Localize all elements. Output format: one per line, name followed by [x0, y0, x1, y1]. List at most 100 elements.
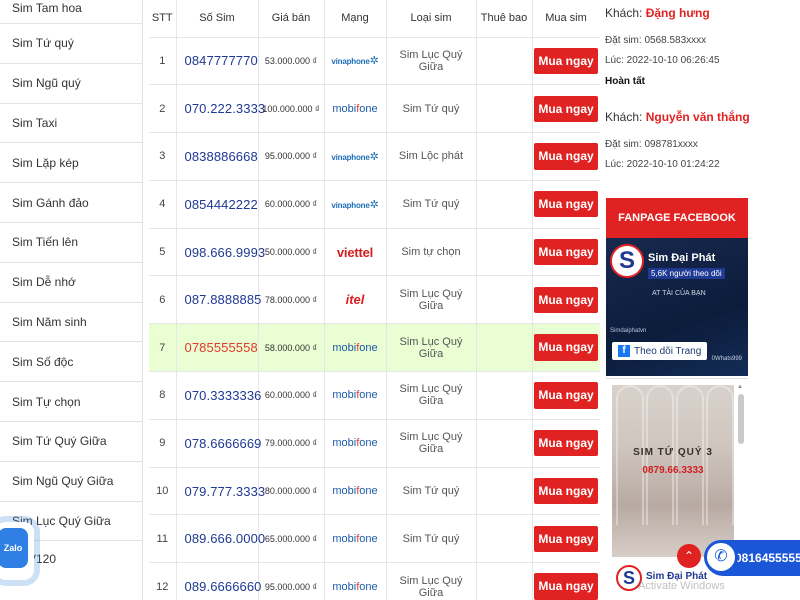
sidebar-item-ngu-quy[interactable]: Sim Ngũ quý: [0, 64, 142, 104]
cell-stt: 5: [149, 228, 177, 277]
cell-category[interactable]: Sim Tứ quý: [386, 84, 477, 134]
order-customer-prefix: Khách:: [605, 110, 643, 124]
sidebar-item-tien-len[interactable]: Sim Tiến lên: [0, 223, 142, 263]
cell-price: 80.000.000 ₫: [258, 467, 325, 516]
order-sim-line: Đặt sim: 0568.583xxxx: [605, 35, 707, 46]
cell-category[interactable]: Sim Lục Quý Giữa: [386, 562, 477, 600]
header-mua-sim: Mua sim: [532, 0, 600, 38]
buy-now-button[interactable]: Mua ngay: [534, 334, 598, 361]
table-row: 4 0854442222 60.000.000 ₫ vinaphone✲ Sim Tứ …: [149, 180, 600, 229]
buy-now-button[interactable]: Mua ngay: [534, 143, 598, 170]
itel-logo-icon: itel: [345, 292, 365, 308]
scroll-up-arrow-icon[interactable]: ▲: [737, 384, 743, 390]
cell-phone-number[interactable]: 070.222.3333: [176, 84, 265, 134]
cell-stt: 7: [149, 323, 177, 373]
cell-buy: Mua ngay: [532, 514, 600, 564]
hotline-number: 0816455555: [735, 551, 800, 565]
sidebar-item-tu-quy-giua[interactable]: Sim Tứ Quý Giữa: [0, 422, 142, 462]
buy-now-button[interactable]: Mua ngay: [534, 477, 598, 505]
star-icon: ✲: [369, 150, 379, 163]
zalo-chat-button[interactable]: Zalo: [0, 522, 34, 580]
follow-page-button[interactable]: f Theo dõi Trang: [612, 342, 708, 360]
network-label: vinaphone: [331, 200, 370, 210]
buy-now-button[interactable]: Mua ngay: [534, 525, 598, 553]
back-to-top-button[interactable]: ⌃: [677, 544, 701, 568]
cell-buy: Mua ngay: [532, 419, 600, 468]
sidebar-item-taxi[interactable]: Sim Taxi: [0, 104, 142, 144]
order-customer-name: Nguyễn văn thắng: [645, 110, 750, 124]
cell-phone-number[interactable]: 0838886668: [176, 132, 259, 181]
order-customer-prefix: Khách:: [605, 6, 643, 20]
cell-phone-number[interactable]: 0785555558: [176, 323, 259, 373]
sidebar-item-label: Sim Tứ Quý Giữa: [12, 434, 107, 449]
cell-phone-number[interactable]: 079.777.3333: [176, 467, 265, 516]
cell-category[interactable]: Sim Tứ quý: [386, 467, 477, 516]
cell-category[interactable]: Sim tự chọn: [386, 228, 477, 277]
buy-now-button[interactable]: Mua ngay: [534, 286, 598, 314]
cell-category[interactable]: Sim Lộc phát: [386, 132, 477, 181]
sidebar-item-label: Sim Dễ nhớ: [12, 275, 76, 290]
table-row: 5 098.666.9993 50.000.000 ₫ viettel Sim tự c…: [149, 228, 600, 277]
buy-now-button[interactable]: Mua ngay: [534, 47, 598, 75]
cell-stt: 11: [149, 514, 177, 564]
sidebar-item-de-nho[interactable]: Sim Dễ nhớ: [0, 263, 142, 303]
cell-phone-number[interactable]: 0847777770: [176, 37, 259, 86]
sidebar-item-tam-hoa[interactable]: Sim Tam hoa: [0, 0, 142, 24]
promo-banner[interactable]: SIM TỨ QUÝ 3 0879.66.3333: [612, 385, 734, 557]
phone-icon[interactable]: ✆: [704, 540, 738, 574]
cell-phone-number[interactable]: 098.666.9993: [176, 228, 265, 277]
table-row: 6 087.8888885 78.000.000 ₫ itel Sim Lục Quý …: [149, 275, 600, 325]
buy-now-button[interactable]: Mua ngay: [534, 95, 598, 122]
cell-category[interactable]: Sim Lục Quý Giữa: [386, 323, 477, 373]
buy-now-button[interactable]: Mua ngay: [534, 430, 598, 457]
cell-phone-number[interactable]: 089.6666660: [176, 562, 261, 600]
sim-table: STT Số Sim Giá bán Mạng Loại sim Thuê ba…: [149, 0, 600, 600]
order-item: Khách: Đặng hưng: [605, 6, 710, 20]
buy-now-button[interactable]: Mua ngay: [534, 191, 598, 218]
fanpage-handle: Simdaiphatvn: [610, 328, 647, 334]
network-label: one: [359, 532, 378, 545]
sidebar-item-tu-chon[interactable]: Sim Tự chọn: [0, 382, 142, 422]
network-label: one: [359, 485, 378, 498]
table-row: 1 0847777770 53.000.000 ₫ vinaphone✲ Sim Lục…: [149, 37, 600, 86]
network-label: mobi: [332, 485, 357, 498]
cell-category[interactable]: Sim Tứ quý: [386, 514, 477, 564]
buy-now-button[interactable]: Mua ngay: [534, 573, 598, 600]
header-gia-ban: Giá bán: [258, 0, 325, 38]
cell-price: 60.000.000 ₫: [258, 180, 325, 229]
cell-category[interactable]: Sim Lục Quý Giữa: [386, 37, 477, 86]
table-header-row: STT Số Sim Giá bán Mạng Loại sim Thuê ba…: [149, 0, 600, 38]
cell-category[interactable]: Sim Tứ quý: [386, 180, 477, 229]
sidebar-item-so-doc[interactable]: Sim Số độc: [0, 342, 142, 383]
sidebar-item-ngu-quy-giua[interactable]: Sim Ngũ Quý Giữa: [0, 462, 142, 502]
cell-network: mobifone: [324, 323, 387, 373]
mobifone-logo-icon: mobifone: [332, 342, 377, 354]
banner-number: 0879.66.3333: [642, 465, 704, 476]
cell-phone-number[interactable]: 070.3333336: [176, 371, 261, 420]
sidebar-item-label: Sim Ngũ Quý Giữa: [12, 474, 114, 489]
category-sidebar: Sim Tam hoa Sim Tứ quý Sim Ngũ quý Sim T…: [0, 0, 143, 600]
zalo-icon: Zalo: [0, 528, 28, 568]
banner-scrollbar[interactable]: [738, 394, 744, 444]
cell-phone-number[interactable]: 089.666.0000: [176, 514, 265, 564]
cell-phone-number[interactable]: 0854442222: [176, 180, 259, 229]
cell-buy: Mua ngay: [532, 228, 600, 277]
fanpage-name[interactable]: Sim Đại Phát: [648, 252, 715, 264]
header-so-sim: Số Sim: [176, 0, 259, 38]
cell-category[interactable]: Sim Lục Quý Giữa: [386, 419, 477, 468]
buy-now-button[interactable]: Mua ngay: [534, 382, 598, 409]
table-row: 10 079.777.3333 80.000.000 ₫ mobifone Sim Tứ…: [149, 467, 600, 516]
cell-category[interactable]: Sim Lục Quý Giữa: [386, 371, 477, 420]
sidebar-item-tu-quy[interactable]: Sim Tứ quý: [0, 24, 142, 64]
cell-network: mobifone: [324, 371, 387, 420]
buy-now-button[interactable]: Mua ngay: [534, 238, 598, 266]
sidebar-item-nam-sinh[interactable]: Sim Năm sinh: [0, 303, 142, 343]
sidebar-item-lap-kep[interactable]: Sim Lặp kép: [0, 143, 142, 184]
sidebar-item-ganh-dao[interactable]: Sim Gánh đảo: [0, 183, 142, 223]
cell-buy: Mua ngay: [532, 371, 600, 420]
cell-category[interactable]: Sim Lục Quý Giữa: [386, 275, 477, 325]
fanpage-card[interactable]: S Sim Đại Phát 5,6K người theo dõi AT TÀ…: [606, 238, 748, 376]
cell-phone-number[interactable]: 087.8888885: [176, 275, 261, 325]
sidebar-item-label: Sim Tự chọn: [12, 394, 81, 409]
cell-phone-number[interactable]: 078.6666669: [176, 419, 261, 468]
